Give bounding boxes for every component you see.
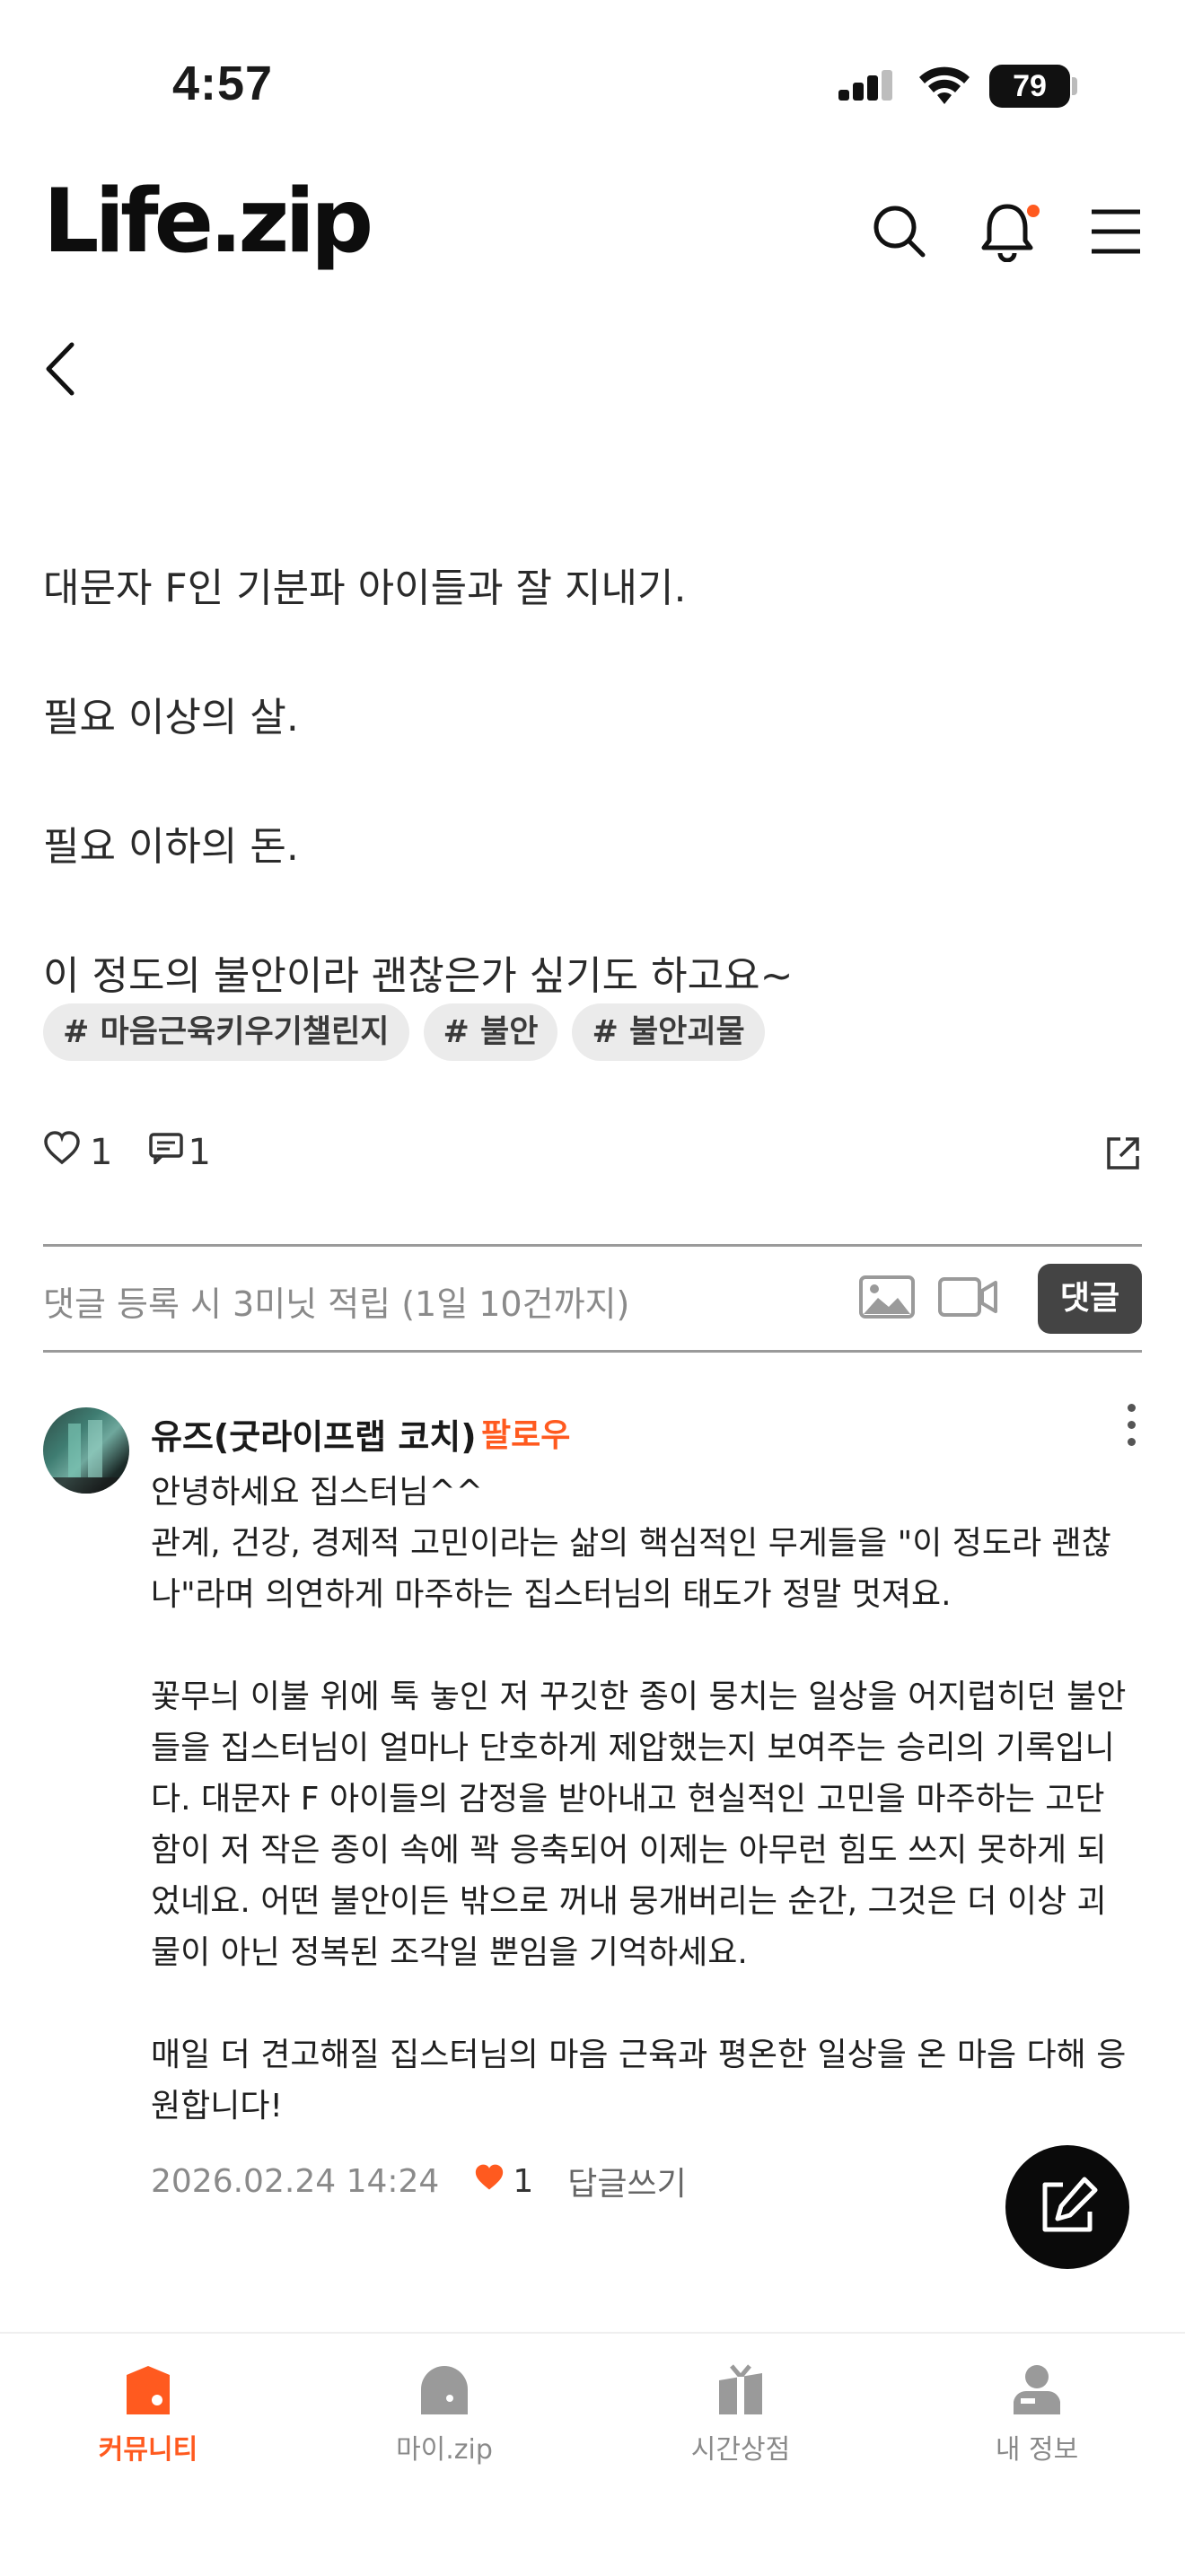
app-logo[interactable]: Life.zip [43,178,373,266]
menu-icon[interactable] [1090,208,1142,258]
battery-tip [1072,77,1077,95]
divider [43,1244,1142,1247]
divider [43,1350,1142,1353]
tag-chip[interactable]: # 불안괴물 [572,1003,765,1061]
wifi-icon [917,66,971,110]
my-zip-icon [421,2366,468,2414]
search-icon[interactable] [871,203,928,264]
nav-my-info[interactable]: 내 정보 [889,2362,1185,2466]
comment-input[interactable]: 댓글 등록 시 3미닛 적립 (1일 10건까지) [43,1276,629,1326]
comment-author[interactable]: 유즈(굿라이프랩 코치) [151,1409,477,1459]
post-body: 대문자 F인 기분파 아이들과 잘 지내기. 필요 이상의 살. 필요 이하의 … [43,492,1120,1073]
community-icon [127,2366,170,2414]
post-line: 필요 이상의 살. [43,695,299,740]
tag-list: # 마음근육키우기챌린지 # 불안 # 불안괴물 [43,1003,765,1061]
nav-time-shop[interactable]: 시간상점 [592,2362,889,2466]
time-shop-icon [719,2364,762,2414]
nav-label: 커뮤니티 [98,2434,198,2466]
comment-like-count: 1 [513,2162,534,2200]
comment-count: 1 [188,1132,211,1173]
reply-button[interactable]: 답글쓰기 [567,2158,686,2204]
comment-meta: 2026.02.24 14:24 1 답글쓰기 [151,2158,687,2204]
comment-text: 안녕하세요 집스터님^^ 관계, 건강, 경제적 고민이라는 삶의 핵심적인 무… [151,1474,1127,2125]
nav-community[interactable]: 커뮤니티 [0,2362,296,2466]
comment-submit-button[interactable]: 댓글 [1038,1264,1142,1334]
more-options-icon[interactable] [1128,1404,1138,1455]
battery-level: 79 [989,65,1070,108]
signal-icon [838,70,900,111]
post-line: 대문자 F인 기분파 아이들과 잘 지내기. [43,565,687,611]
status-time: 4:57 [172,57,274,110]
post-line: 필요 이하의 돈. [43,824,299,870]
like-count: 1 [90,1132,113,1173]
follow-button[interactable]: 팔로우 [481,1409,570,1456]
nav-label: 내 정보 [995,2434,1079,2466]
nav-label: 시간상점 [690,2434,791,2466]
edit-icon [1042,2177,1098,2232]
share-icon[interactable] [1104,1135,1142,1176]
comment-icon[interactable] [148,1132,184,1173]
nav-my-zip[interactable]: 마이.zip [296,2362,592,2466]
post-reactions: 1 1 [43,1131,211,1174]
tag-chip[interactable]: # 마음근육키우기챌린지 [43,1003,409,1061]
comment-date: 2026.02.24 14:24 [151,2162,440,2200]
image-attach-icon[interactable] [858,1275,916,1323]
tag-chip[interactable]: # 불안 [423,1003,558,1061]
post-line: 이 정도의 불안이라 괜찮은가 싶기도 하고요~ [43,953,794,999]
avatar[interactable] [43,1407,129,1494]
back-arrow-icon[interactable] [43,341,79,400]
nav-label: 마이.zip [396,2434,493,2466]
profile-icon [1014,2365,1060,2414]
bottom-nav: 커뮤니티 마이.zip 시간상점 내 정보 [0,2332,1185,2576]
heart-filled-icon[interactable] [473,2163,505,2200]
video-attach-icon[interactable] [937,1276,998,1321]
write-post-button[interactable] [1005,2145,1129,2269]
heart-outline-icon[interactable] [43,1131,81,1174]
notification-dot [1027,205,1040,217]
